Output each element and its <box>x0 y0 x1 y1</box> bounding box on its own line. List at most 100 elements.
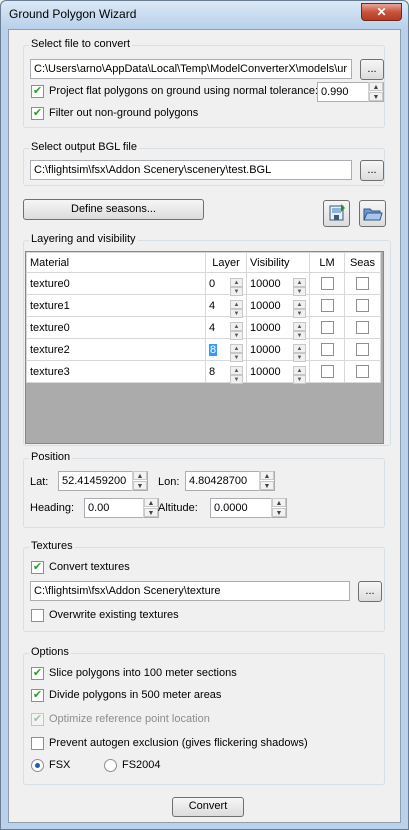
overwrite-textures-checkbox[interactable] <box>31 609 44 622</box>
source-path-field[interactable]: C:\Users\arno\AppData\Local\Temp\ModelCo… <box>30 59 352 79</box>
visibility-cell[interactable]: 10000 ▲ ▼ <box>246 316 310 340</box>
layer-cell[interactable]: 0 ▲ ▼ <box>205 272 247 296</box>
lon-label: Lon: <box>158 476 180 488</box>
visibility-spinner[interactable]: ▲ ▼ <box>293 299 306 318</box>
material-cell[interactable]: texture0 <box>26 272 206 295</box>
filter-checkbox[interactable]: ✔ <box>31 107 44 120</box>
lm-cell[interactable] <box>309 338 345 361</box>
visibility-value[interactable]: 10000 <box>250 300 281 312</box>
visibility-cell[interactable]: 10000 ▲ ▼ <box>246 272 310 296</box>
layer-cell[interactable]: 8 ▲ ▼ <box>205 338 247 362</box>
column-header-visibility[interactable]: Visibility <box>246 252 310 273</box>
seas-checkbox[interactable] <box>356 365 369 378</box>
seas-cell[interactable] <box>344 294 381 317</box>
visibility-spinner[interactable]: ▲ ▼ <box>293 343 306 362</box>
seas-cell[interactable] <box>344 338 381 361</box>
material-cell[interactable]: texture2 <box>26 338 206 361</box>
visibility-cell[interactable]: 10000 ▲ ▼ <box>246 338 310 362</box>
visibility-spinner[interactable]: ▲ ▼ <box>293 277 306 296</box>
visibility-cell[interactable]: 10000 ▲ ▼ <box>246 360 310 384</box>
lm-cell[interactable] <box>309 272 345 295</box>
lm-cell[interactable] <box>309 294 345 317</box>
seas-checkbox[interactable] <box>356 299 369 312</box>
source-browse-button[interactable]: ... <box>360 59 384 80</box>
layer-value[interactable]: 4 <box>209 300 215 312</box>
seas-cell[interactable] <box>344 316 381 339</box>
lm-checkbox[interactable] <box>320 277 334 290</box>
define-seasons-button[interactable]: Define seasons... <box>23 199 204 220</box>
visibility-cell[interactable]: 10000 ▲ ▼ <box>246 294 310 318</box>
output-browse-button[interactable]: ... <box>360 160 384 181</box>
seas-checkbox[interactable] <box>356 277 369 290</box>
layer-spinner[interactable]: ▲ ▼ <box>230 299 243 318</box>
divide-checkbox[interactable]: ✔ <box>31 689 44 702</box>
material-cell[interactable]: texture0 <box>26 316 206 339</box>
spin-down-icon[interactable]: ▼ <box>369 92 383 101</box>
fs2004-radio[interactable] <box>104 759 117 772</box>
lm-checkbox[interactable] <box>320 299 334 312</box>
group-title: Select file to convert <box>29 38 133 50</box>
material-cell[interactable]: texture1 <box>26 294 206 317</box>
layer-value[interactable]: 4 <box>209 322 215 334</box>
column-header-lm[interactable]: LM <box>309 252 345 273</box>
visibility-value[interactable]: 10000 <box>250 278 281 290</box>
altitude-spinner[interactable]: ▲ ▼ <box>271 498 286 518</box>
visibility-value[interactable]: 10000 <box>250 366 281 378</box>
table-row[interactable]: texture2 8 ▲ ▼ 10000 ▲ ▼ <box>26 338 381 362</box>
heading-spinner[interactable]: ▲ ▼ <box>143 498 158 518</box>
table-row[interactable]: texture3 8 ▲ ▼ 10000 ▲ ▼ <box>26 360 381 384</box>
layer-cell[interactable]: 8 ▲ ▼ <box>205 360 247 384</box>
layer-spinner[interactable]: ▲ ▼ <box>230 321 243 340</box>
lat-spinner[interactable]: ▲ ▼ <box>132 471 147 491</box>
close-button[interactable]: ✕ <box>361 3 402 21</box>
texture-browse-button[interactable]: ... <box>358 581 382 602</box>
visibility-spinner[interactable]: ▲ ▼ <box>293 365 306 384</box>
tolerance-spinner[interactable]: ▲ ▼ <box>368 82 383 102</box>
output-path-field[interactable]: C:\flightsim\fsx\Addon Scenery\scenery\t… <box>30 160 352 180</box>
table-row[interactable]: texture0 4 ▲ ▼ 10000 ▲ ▼ <box>26 316 381 340</box>
lm-checkbox[interactable] <box>320 365 334 378</box>
layer-spinner[interactable]: ▲ ▼ <box>230 343 243 362</box>
optimize-label: Optimize reference point location <box>49 713 210 725</box>
lon-spinner[interactable]: ▲ ▼ <box>259 471 274 491</box>
column-header-layer[interactable]: Layer <box>205 252 247 273</box>
visibility-value[interactable]: 10000 <box>250 322 281 334</box>
lm-checkbox[interactable] <box>320 321 334 334</box>
slice-checkbox[interactable]: ✔ <box>31 667 44 680</box>
window-title: Ground Polygon Wizard <box>9 7 137 21</box>
project-flat-checkbox[interactable]: ✔ <box>31 85 44 98</box>
layer-value[interactable]: 8 <box>209 366 215 378</box>
lm-cell[interactable] <box>309 316 345 339</box>
project-flat-label: Project flat polygons on ground using no… <box>49 85 319 97</box>
table-row[interactable]: texture1 4 ▲ ▼ 10000 ▲ ▼ <box>26 294 381 318</box>
save-icon[interactable] <box>323 200 350 227</box>
seas-checkbox[interactable] <box>356 321 369 334</box>
title-bar[interactable]: Ground Polygon Wizard ✕ <box>1 1 408 28</box>
seas-checkbox[interactable] <box>356 343 369 356</box>
prevent-autogen-checkbox[interactable] <box>31 737 44 750</box>
layer-value[interactable]: 0 <box>209 278 215 290</box>
material-cell[interactable]: texture3 <box>26 360 206 383</box>
spin-up-icon[interactable]: ▲ <box>369 82 383 91</box>
material-grid: Material Layer Visibility LM Seas textur… <box>25 251 384 444</box>
texture-path-field[interactable]: C:\flightsim\fsx\Addon Scenery\texture <box>30 581 350 601</box>
lm-checkbox[interactable] <box>320 343 334 356</box>
convert-button[interactable]: Convert <box>172 797 244 817</box>
layer-spinner[interactable]: ▲ ▼ <box>230 277 243 296</box>
visibility-spinner[interactable]: ▲ ▼ <box>293 321 306 340</box>
layer-cell[interactable]: 4 ▲ ▼ <box>205 316 247 340</box>
seas-cell[interactable] <box>344 272 381 295</box>
open-folder-icon[interactable] <box>359 200 386 227</box>
visibility-value[interactable]: 10000 <box>250 344 281 356</box>
table-row[interactable]: texture0 0 ▲ ▼ 10000 ▲ ▼ <box>26 272 381 296</box>
column-header-material[interactable]: Material <box>26 252 206 273</box>
layer-spinner[interactable]: ▲ ▼ <box>230 365 243 384</box>
column-header-seas[interactable]: Seas <box>344 252 381 273</box>
convert-textures-checkbox[interactable]: ✔ <box>31 561 44 574</box>
layer-value-selected[interactable]: 8 <box>209 343 218 356</box>
heading-label: Heading: <box>30 502 75 514</box>
layer-cell[interactable]: 4 ▲ ▼ <box>205 294 247 318</box>
seas-cell[interactable] <box>344 360 381 383</box>
lm-cell[interactable] <box>309 360 345 383</box>
fsx-radio[interactable] <box>31 759 44 772</box>
